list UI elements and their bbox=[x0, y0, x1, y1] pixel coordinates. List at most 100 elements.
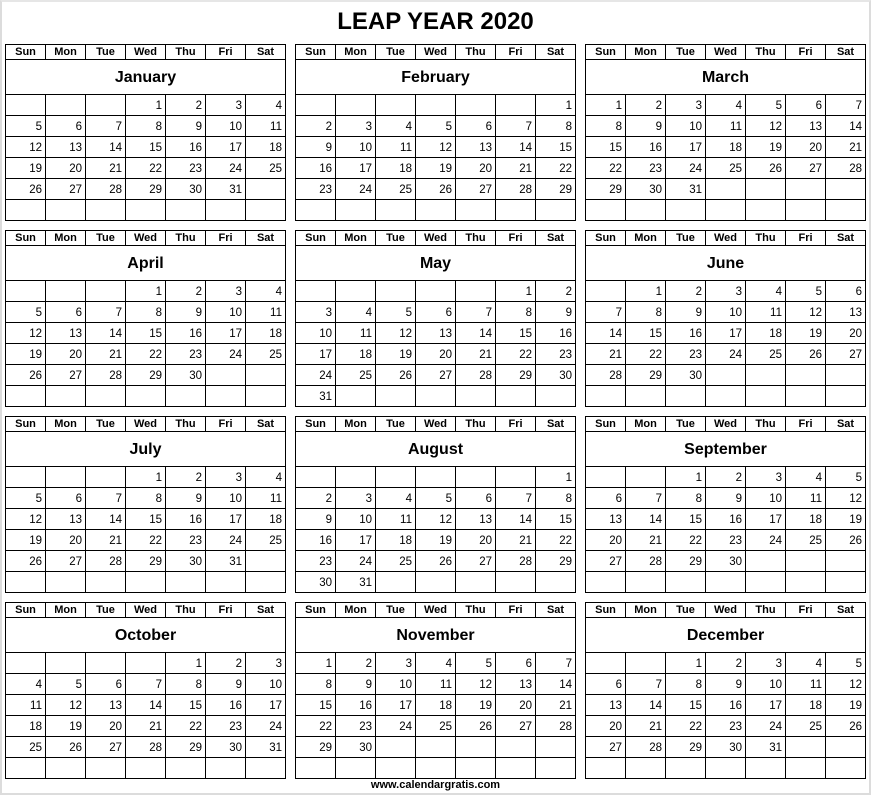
day-cell: 9 bbox=[705, 673, 746, 695]
day-cell: 27 bbox=[415, 364, 456, 386]
day-cell: 8 bbox=[295, 673, 336, 695]
weekday-label: Thu bbox=[455, 602, 496, 618]
weekday-label: Thu bbox=[165, 416, 206, 432]
day-cell: 23 bbox=[165, 343, 206, 365]
day-cell: 26 bbox=[375, 364, 416, 386]
weekday-label: Sat bbox=[245, 230, 286, 246]
weekday-label: Thu bbox=[165, 44, 206, 60]
day-cell bbox=[85, 385, 126, 407]
day-cell: 4 bbox=[375, 487, 416, 509]
day-cell bbox=[375, 199, 416, 221]
week-row: 14 15 16 17 18 19 20 bbox=[585, 322, 866, 344]
day-cell: 2 bbox=[625, 94, 666, 116]
day-cell: 26 bbox=[5, 178, 46, 200]
day-cell bbox=[245, 757, 286, 779]
day-cell: 17 bbox=[705, 322, 746, 344]
day-cell: 1 bbox=[125, 94, 166, 116]
week-row: 1234 bbox=[5, 280, 286, 302]
day-cell: 16 bbox=[665, 322, 706, 344]
day-cell: 17 bbox=[245, 694, 286, 716]
day-cell: 19 bbox=[5, 343, 46, 365]
day-cell: 27 bbox=[455, 178, 496, 200]
day-cell: 9 bbox=[205, 673, 246, 695]
day-cell: 27 bbox=[495, 715, 536, 737]
day-cell: 31 bbox=[335, 571, 376, 593]
day-cell: 14 bbox=[495, 508, 536, 530]
weekday-label: Tue bbox=[665, 416, 706, 432]
day-cell bbox=[295, 280, 336, 302]
day-cell bbox=[745, 571, 786, 593]
weekday-label: Fri bbox=[785, 416, 826, 432]
week-row: 1234 bbox=[5, 466, 286, 488]
day-cell: 19 bbox=[5, 529, 46, 551]
week-row: 2345678 bbox=[295, 115, 576, 137]
day-cell: 19 bbox=[45, 715, 86, 737]
day-cell: 17 bbox=[205, 508, 246, 530]
day-cell bbox=[165, 757, 206, 779]
day-cell: 9 bbox=[295, 136, 336, 158]
month-name: September bbox=[585, 431, 866, 467]
day-cell: 16 bbox=[295, 529, 336, 551]
weekday-label: Tue bbox=[665, 230, 706, 246]
day-cell: 27 bbox=[825, 343, 866, 365]
day-cell: 30 bbox=[205, 736, 246, 758]
day-cell: 28 bbox=[495, 550, 536, 572]
week-row bbox=[295, 199, 576, 221]
day-cell: 18 bbox=[785, 694, 826, 716]
day-cell: 1 bbox=[495, 280, 536, 302]
day-cell bbox=[705, 757, 746, 779]
day-cell: 18 bbox=[5, 715, 46, 737]
weekday-label: Mon bbox=[335, 602, 376, 618]
day-cell: 9 bbox=[165, 301, 206, 323]
weekday-label: Thu bbox=[745, 416, 786, 432]
day-cell: 27 bbox=[585, 736, 626, 758]
day-cell: 10 bbox=[205, 301, 246, 323]
day-cell: 20 bbox=[45, 343, 86, 365]
day-cell: 14 bbox=[455, 322, 496, 344]
day-cell bbox=[245, 385, 286, 407]
week-row: 29 30 bbox=[295, 736, 576, 758]
month-name: July bbox=[5, 431, 286, 467]
day-cell: 4 bbox=[785, 652, 826, 674]
day-cell: 7 bbox=[495, 487, 536, 509]
day-cell: 29 bbox=[535, 178, 576, 200]
day-cell: 21 bbox=[85, 157, 126, 179]
weekday-label: Sat bbox=[245, 44, 286, 60]
weekday-label: Mon bbox=[625, 44, 666, 60]
week-row: 19 20 21 22 23 24 25 bbox=[5, 157, 286, 179]
month-february: Sun Mon Tue Wed Thu Fri Sat February 1 2 3 4 5 6 7 8 9 10… bbox=[295, 44, 576, 221]
weekday-label: Mon bbox=[335, 416, 376, 432]
day-cell: 22 bbox=[535, 529, 576, 551]
day-cell bbox=[495, 385, 536, 407]
month-table: Sun Mon Tue Wed Thu Fri Sat March 1 2 3 4 5 6 7 8 9 10 11 1… bbox=[585, 44, 866, 221]
week-row bbox=[585, 757, 866, 779]
day-cell bbox=[45, 385, 86, 407]
day-cell bbox=[535, 736, 576, 758]
day-cell: 31 bbox=[295, 385, 336, 407]
day-cell bbox=[415, 571, 456, 593]
day-cell: 28 bbox=[625, 736, 666, 758]
day-cell: 12 bbox=[375, 322, 416, 344]
day-cell: 16 bbox=[205, 694, 246, 716]
day-cell: 29 bbox=[165, 736, 206, 758]
month-november: Sun Mon Tue Wed Thu Fri Sat November 1 2 3 4 5 6 7 8 9 10… bbox=[295, 602, 576, 779]
day-cell: 23 bbox=[705, 529, 746, 551]
weekday-label: Mon bbox=[625, 602, 666, 618]
day-cell: 22 bbox=[125, 343, 166, 365]
day-cell: 8 bbox=[165, 673, 206, 695]
day-cell: 3 bbox=[335, 487, 376, 509]
footer-url[interactable]: www.calendargratis.com bbox=[0, 778, 871, 792]
day-cell: 31 bbox=[205, 550, 246, 572]
weekday-label: Sun bbox=[585, 230, 626, 246]
day-cell: 9 bbox=[665, 301, 706, 323]
day-cell: 25 bbox=[375, 550, 416, 572]
day-cell: 12 bbox=[415, 508, 456, 530]
day-cell bbox=[535, 571, 576, 593]
day-cell bbox=[5, 94, 46, 116]
day-cell bbox=[785, 757, 826, 779]
day-cell: 29 bbox=[665, 736, 706, 758]
day-cell: 13 bbox=[825, 301, 866, 323]
weekday-label: Sat bbox=[245, 416, 286, 432]
day-cell: 4 bbox=[335, 301, 376, 323]
day-cell bbox=[455, 571, 496, 593]
